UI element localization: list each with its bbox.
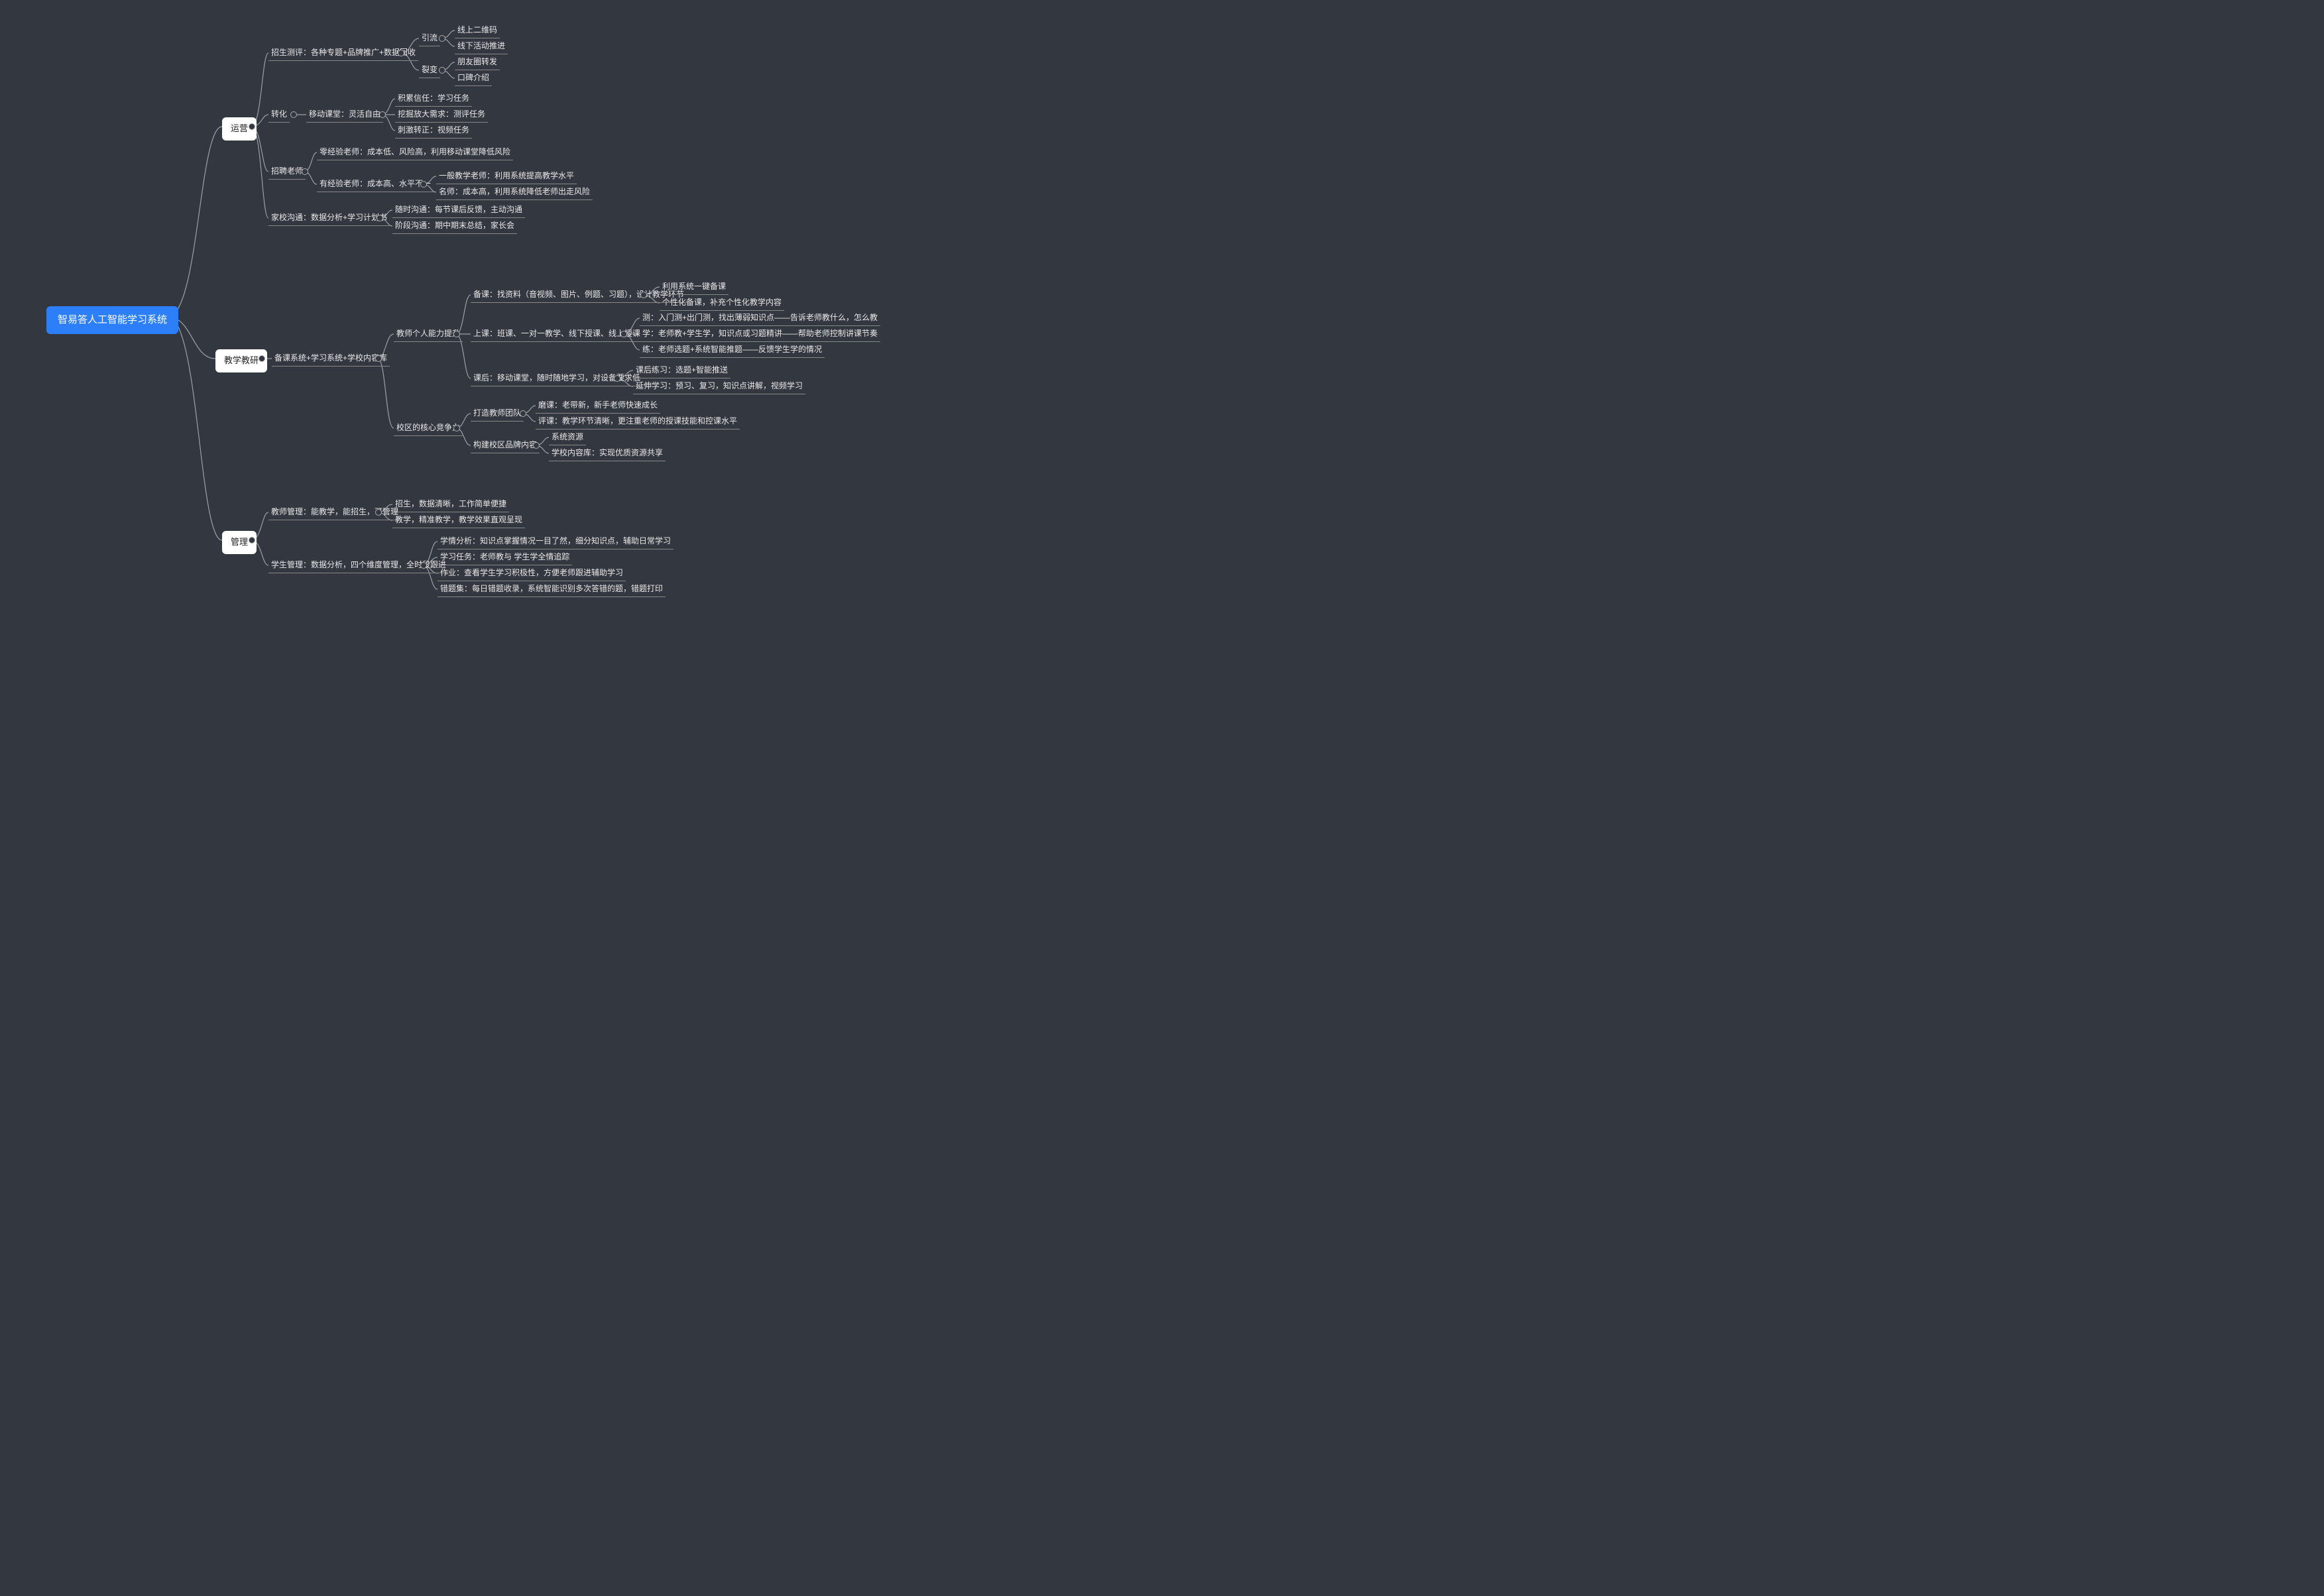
node-trust[interactable]: 积累信任：学习任务 [395, 92, 472, 107]
expand-dot[interactable] [420, 562, 427, 569]
node-parent-comm[interactable]: 家校沟通：数据分析+学习计划书 [268, 211, 390, 226]
node-wechat[interactable]: 朋友圈转发 [455, 56, 500, 70]
expand-dot[interactable] [439, 67, 445, 74]
expand-dot[interactable] [640, 292, 647, 298]
node-test[interactable]: 测：入门测+出门测，找出薄弱知识点——告诉老师教什么，怎么教 [640, 312, 880, 326]
expand-dot[interactable] [377, 215, 383, 221]
expand-dot[interactable] [302, 168, 308, 175]
node-demand[interactable]: 挖掘放大需求：测评任务 [395, 108, 488, 123]
node-post-practice[interactable]: 课后练习：选题+智能推送 [633, 364, 730, 378]
node-teacher-skill[interactable]: 教师个人能力提升 [394, 327, 463, 342]
node-homework[interactable]: 作业：查看学生学习积极性，方便老师跟进辅助学习 [437, 567, 626, 581]
node-polish[interactable]: 磨课：老带新，新手老师快速成长 [536, 399, 660, 414]
expand-dot[interactable] [453, 425, 460, 431]
expand-dot[interactable] [420, 181, 427, 188]
node-star-teacher[interactable]: 名师：成本高，利用系统降低老师出走风险 [436, 186, 593, 200]
node-campus-comp[interactable]: 校区的核心竞争力 [394, 422, 463, 436]
expand-dot[interactable] [290, 111, 297, 118]
expand-dot[interactable] [375, 355, 382, 362]
expand-dot[interactable] [453, 331, 460, 337]
node-wrongbook[interactable]: 错题集：每日错题收录，系统智能识别多次答错的题，错题打印 [437, 583, 666, 597]
node-learn[interactable]: 学：老师教+学生学，知识点或习题精讲——帮助老师控制讲课节奏 [640, 327, 880, 342]
node-sys-resource[interactable]: 系统资源 [549, 431, 586, 445]
node-personalize[interactable]: 个性化备课，补充个性化教学内容 [660, 296, 784, 311]
expand-dot[interactable] [620, 331, 627, 337]
node-exp-teacher[interactable]: 有经验老师：成本高、水平不一 [317, 178, 434, 192]
node-build-team[interactable]: 打造教师团队 [471, 407, 524, 422]
expand-dot[interactable] [398, 50, 404, 56]
node-fission[interactable]: 裂变 [419, 64, 440, 78]
expand-dot[interactable] [520, 410, 526, 417]
node-brand[interactable]: 构建校区品牌内容 [471, 439, 540, 453]
node-recruit-teacher[interactable]: 招聘老师 [268, 165, 306, 180]
expand-dot[interactable] [379, 111, 386, 118]
node-wordofmouth[interactable]: 口碑介绍 [455, 72, 492, 86]
expand-dot[interactable] [439, 35, 445, 42]
node-practice[interactable]: 练：老师选题+系统智能推题——反馈学生学的情况 [640, 343, 825, 358]
node-task[interactable]: 学习任务：老师教与 学生学全情追踪 [437, 551, 572, 565]
expand-dot[interactable] [249, 537, 255, 543]
node-teach-precise[interactable]: 教学，精准教学，教学效果直观呈现 [392, 514, 525, 528]
node-recruit-eval[interactable]: 招生测评：各种专题+品牌推广+数据回收 [268, 46, 418, 61]
node-offline[interactable]: 线下活动推进 [455, 40, 508, 54]
node-oneclick[interactable]: 利用系统一键备课 [660, 280, 728, 295]
node-general-teacher[interactable]: 一般教学老师：利用系统提高教学水平 [436, 170, 577, 184]
node-prepare[interactable]: 备课：找资料（音视频、图片、例题、习题），设计教学环节 [471, 288, 687, 303]
expand-dot[interactable] [614, 375, 620, 382]
node-mobile-class[interactable]: 移动课堂：灵活自由 [306, 108, 383, 123]
node-qr[interactable]: 线上二维码 [455, 24, 500, 38]
expand-dot[interactable] [249, 123, 255, 130]
node-school-lib[interactable]: 学校内容库：实现优质资源共享 [549, 447, 666, 461]
node-realtime-comm[interactable]: 随时沟通：每节课后反馈，主动沟通 [392, 203, 525, 218]
node-stimulate[interactable]: 刺激转正：视频任务 [395, 124, 472, 139]
node-enroll[interactable]: 招生，数据清晰，工作简单便捷 [392, 498, 509, 512]
node-analysis[interactable]: 学情分析：知识点掌握情况一目了然，细分知识点，辅助日常学习 [437, 535, 673, 549]
node-convert[interactable]: 转化 [268, 108, 290, 123]
node-extend[interactable]: 延伸学习：预习、复习，知识点讲解，视频学习 [633, 380, 805, 394]
node-stage-comm[interactable]: 阶段沟通：期中期末总结，家长会 [392, 219, 517, 234]
node-traffic[interactable]: 引流 [419, 32, 440, 46]
node-systems[interactable]: 备课系统+学习系统+学校内容库 [272, 352, 390, 367]
expand-dot[interactable] [375, 509, 382, 516]
node-no-exp[interactable]: 零经验老师：成本低、风险高，利用移动课堂降低风险 [317, 146, 513, 160]
node-class[interactable]: 上课：班课、一对一教学、线下授课、线上授课 [471, 327, 643, 342]
mindmap-canvas: 智易答人工智能学习系统 运营 招生测评：各种专题+品牌推广+数据回收 引流 线上… [0, 0, 933, 679]
root-node[interactable]: 智易答人工智能学习系统 [46, 306, 178, 334]
expand-dot[interactable] [259, 355, 265, 362]
expand-dot[interactable] [533, 442, 540, 449]
node-review[interactable]: 评课：教学环节清晰，更注重老师的授课技能和控课水平 [536, 415, 740, 429]
